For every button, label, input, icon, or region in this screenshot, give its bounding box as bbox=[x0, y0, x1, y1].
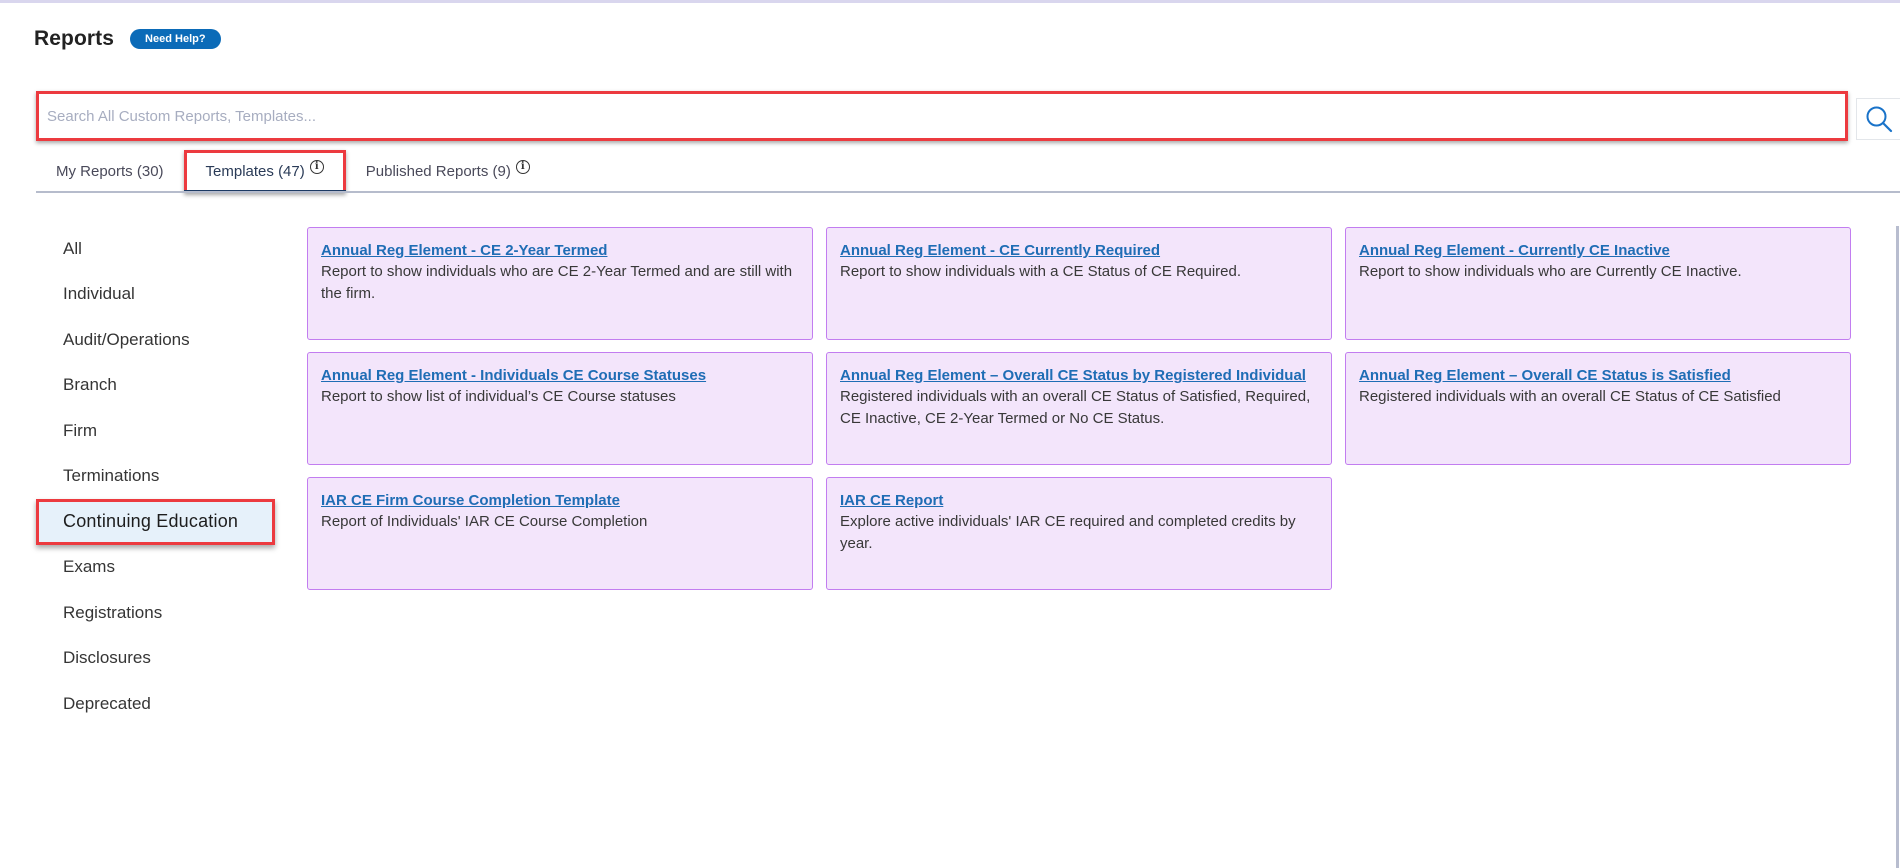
sidebar-item-exams[interactable]: Exams bbox=[36, 545, 276, 591]
sidebar-item-terminations[interactable]: Terminations bbox=[36, 454, 276, 500]
template-card[interactable]: IAR CE Firm Course Completion Template R… bbox=[307, 477, 813, 590]
sidebar-item-label: All bbox=[63, 238, 82, 258]
report-tabs: My Reports (30) Templates (47) i Publish… bbox=[36, 150, 550, 193]
sidebar-item-label: Branch bbox=[63, 375, 117, 395]
template-card-description: Explore active individuals' IAR CE requi… bbox=[840, 513, 1296, 552]
template-card-description: Report to show individuals who are Curre… bbox=[1359, 263, 1742, 280]
template-card-title-link[interactable]: IAR CE Firm Course Completion Template bbox=[321, 490, 799, 511]
sidebar-item-branch[interactable]: Branch bbox=[36, 363, 276, 409]
template-card-title-link[interactable]: IAR CE Report bbox=[840, 490, 1318, 511]
sidebar-item-audit-operations[interactable]: Audit/Operations bbox=[36, 317, 276, 363]
template-card-title-link[interactable]: Annual Reg Element – Overall CE Status b… bbox=[840, 365, 1318, 386]
template-card-title-link[interactable]: Annual Reg Element - Currently CE Inacti… bbox=[1359, 240, 1837, 261]
tab-label: Published Reports (9) bbox=[365, 163, 511, 180]
sidebar-item-label: Terminations bbox=[63, 466, 160, 486]
sidebar-item-label: Continuing Education bbox=[63, 511, 239, 532]
sidebar-item-continuing-education[interactable]: Continuing Education bbox=[36, 499, 275, 545]
tab-label: My Reports (30) bbox=[56, 163, 164, 180]
tab-my-reports[interactable]: My Reports (30) bbox=[36, 150, 184, 193]
template-card[interactable]: Annual Reg Element - Individuals CE Cour… bbox=[307, 352, 813, 465]
template-card[interactable]: IAR CE Report Explore active individuals… bbox=[826, 477, 1332, 590]
tab-published-reports[interactable]: Published Reports (9) i bbox=[346, 150, 550, 193]
template-card-title-link[interactable]: Annual Reg Element – Overall CE Status i… bbox=[1359, 365, 1837, 386]
template-card-title-link[interactable]: Annual Reg Element - CE 2-Year Termed bbox=[321, 240, 799, 261]
info-icon[interactable]: i bbox=[309, 160, 324, 174]
template-cards-grid: Annual Reg Element - CE 2-Year Termed Re… bbox=[307, 227, 1851, 590]
sidebar-item-label: Firm bbox=[63, 420, 97, 440]
sidebar-item-label: Registrations bbox=[63, 602, 163, 622]
sidebar-item-firm[interactable]: Firm bbox=[36, 408, 276, 454]
need-help-button[interactable]: Need Help? bbox=[130, 29, 221, 49]
sidebar-item-label: Disclosures bbox=[63, 648, 151, 668]
template-card-description: Report to show individuals with a CE Sta… bbox=[840, 263, 1242, 280]
page-title: Reports bbox=[34, 27, 115, 50]
sidebar-item-label: Individual bbox=[63, 284, 135, 304]
template-card[interactable]: Annual Reg Element – Overall CE Status b… bbox=[826, 352, 1332, 465]
search-button[interactable] bbox=[1856, 98, 1900, 140]
template-card-title-link[interactable]: Annual Reg Element - CE Currently Requir… bbox=[840, 240, 1318, 261]
template-card[interactable]: Annual Reg Element - Currently CE Inacti… bbox=[1345, 227, 1851, 340]
sidebar-item-label: Deprecated bbox=[63, 693, 151, 713]
sidebar-item-disclosures[interactable]: Disclosures bbox=[36, 636, 276, 682]
top-border bbox=[0, 0, 1900, 3]
tab-label: Templates (47) bbox=[205, 163, 305, 180]
vertical-scrollbar[interactable] bbox=[1896, 226, 1899, 868]
sidebar-item-registrations[interactable]: Registrations bbox=[36, 590, 276, 636]
tabs-divider bbox=[36, 191, 1900, 193]
page-header: Reports Need Help? bbox=[34, 24, 221, 54]
info-icon[interactable]: i bbox=[515, 160, 530, 174]
template-card-description: Report of Individuals' IAR CE Course Com… bbox=[321, 513, 648, 530]
template-card-description: Report to show individuals who are CE 2-… bbox=[321, 263, 793, 302]
search-input[interactable] bbox=[39, 94, 1845, 138]
template-card-description: Registered individuals with an overall C… bbox=[1359, 388, 1781, 405]
tab-templates[interactable]: Templates (47) i bbox=[183, 150, 346, 193]
template-card-title-link[interactable]: Annual Reg Element - Individuals CE Cour… bbox=[321, 365, 799, 386]
sidebar-item-deprecated[interactable]: Deprecated bbox=[36, 681, 276, 727]
sidebar-item-label: Audit/Operations bbox=[63, 329, 190, 349]
search-field bbox=[36, 91, 1848, 141]
template-card-description: Registered individuals with an overall C… bbox=[840, 388, 1311, 427]
template-card[interactable]: Annual Reg Element - CE Currently Requir… bbox=[826, 227, 1332, 340]
category-sidebar: All Individual Audit/Operations Branch F… bbox=[36, 226, 276, 727]
template-card[interactable]: Annual Reg Element - CE 2-Year Termed Re… bbox=[307, 227, 813, 340]
sidebar-item-label: Exams bbox=[63, 557, 115, 577]
sidebar-item-individual[interactable]: Individual bbox=[36, 272, 276, 318]
search-icon bbox=[1866, 106, 1892, 133]
template-card[interactable]: Annual Reg Element – Overall CE Status i… bbox=[1345, 352, 1851, 465]
template-card-description: Report to show list of individual’s CE C… bbox=[321, 388, 676, 405]
sidebar-item-all[interactable]: All bbox=[36, 226, 276, 272]
